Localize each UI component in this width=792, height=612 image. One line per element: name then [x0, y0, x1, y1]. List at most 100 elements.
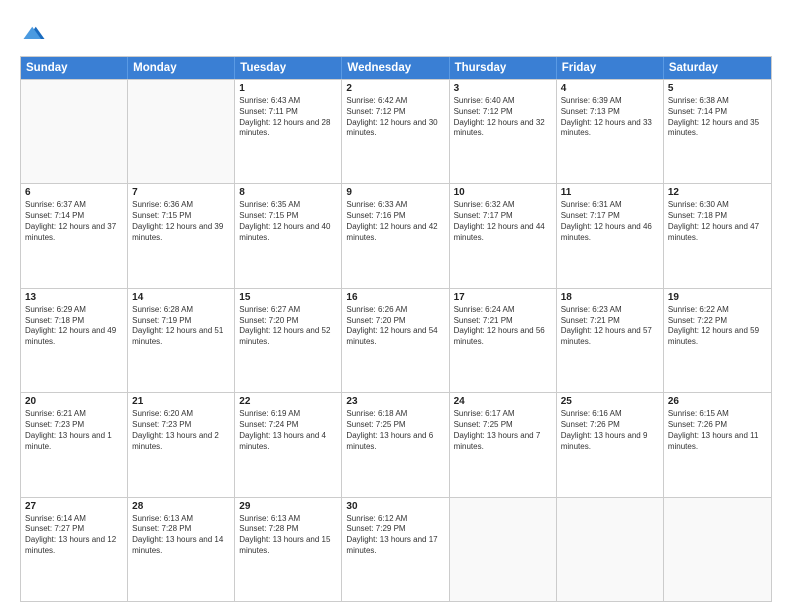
cal-cell-10: 10 Sunrise: 6:32 AM Sunset: 7:17 PM Dayli…: [450, 184, 557, 287]
cal-cell-17: 17 Sunrise: 6:24 AM Sunset: 7:21 PM Dayli…: [450, 289, 557, 392]
day-info: Sunrise: 6:43 AM Sunset: 7:11 PM Dayligh…: [239, 96, 337, 139]
day-info: Sunrise: 6:29 AM Sunset: 7:18 PM Dayligh…: [25, 305, 123, 348]
cal-cell-7: 7 Sunrise: 6:36 AM Sunset: 7:15 PM Daylig…: [128, 184, 235, 287]
day-info: Sunrise: 6:13 AM Sunset: 7:28 PM Dayligh…: [132, 514, 230, 557]
cal-cell-4: 4 Sunrise: 6:39 AM Sunset: 7:13 PM Daylig…: [557, 80, 664, 183]
day-number: 22: [239, 396, 337, 407]
cal-cell-3: 3 Sunrise: 6:40 AM Sunset: 7:12 PM Daylig…: [450, 80, 557, 183]
day-number: 7: [132, 187, 230, 198]
day-header-wednesday: Wednesday: [342, 57, 449, 79]
day-info: Sunrise: 6:26 AM Sunset: 7:20 PM Dayligh…: [346, 305, 444, 348]
day-info: Sunrise: 6:22 AM Sunset: 7:22 PM Dayligh…: [668, 305, 767, 348]
day-info: Sunrise: 6:38 AM Sunset: 7:14 PM Dayligh…: [668, 96, 767, 139]
cal-cell-23: 23 Sunrise: 6:18 AM Sunset: 7:25 PM Dayli…: [342, 393, 449, 496]
day-info: Sunrise: 6:12 AM Sunset: 7:29 PM Dayligh…: [346, 514, 444, 557]
day-number: 27: [25, 501, 123, 512]
day-header-tuesday: Tuesday: [235, 57, 342, 79]
day-info: Sunrise: 6:18 AM Sunset: 7:25 PM Dayligh…: [346, 409, 444, 452]
day-number: 30: [346, 501, 444, 512]
cal-cell-empty: [664, 498, 771, 601]
cal-cell-26: 26Sunrise: 6:15 AM Sunset: 7:26 PM Dayli…: [664, 393, 771, 496]
cal-cell-6: 6 Sunrise: 6:37 AM Sunset: 7:14 PM Daylig…: [21, 184, 128, 287]
day-info: Sunrise: 6:39 AM Sunset: 7:13 PM Dayligh…: [561, 96, 659, 139]
day-header-thursday: Thursday: [450, 57, 557, 79]
cal-week-4: 20 Sunrise: 6:21 AM Sunset: 7:23 PM Dayli…: [21, 392, 771, 496]
day-number: 2: [346, 83, 444, 94]
cal-cell-27: 27 Sunrise: 6:14 AM Sunset: 7:27 PM Dayli…: [21, 498, 128, 601]
day-info: Sunrise: 6:42 AM Sunset: 7:12 PM Dayligh…: [346, 96, 444, 139]
day-info: Sunrise: 6:33 AM Sunset: 7:16 PM Dayligh…: [346, 200, 444, 243]
day-number: 28: [132, 501, 230, 512]
day-info: Sunrise: 6:24 AM Sunset: 7:21 PM Dayligh…: [454, 305, 552, 348]
day-info: Sunrise: 6:20 AM Sunset: 7:23 PM Dayligh…: [132, 409, 230, 452]
day-number: 23: [346, 396, 444, 407]
day-number: 17: [454, 292, 552, 303]
cal-cell-11: 11Sunrise: 6:31 AM Sunset: 7:17 PM Dayli…: [557, 184, 664, 287]
day-number: 16: [346, 292, 444, 303]
cal-cell-24: 24Sunrise: 6:17 AM Sunset: 7:25 PM Dayli…: [450, 393, 557, 496]
day-number: 3: [454, 83, 552, 94]
day-info: Sunrise: 6:37 AM Sunset: 7:14 PM Dayligh…: [25, 200, 123, 243]
cal-week-3: 13 Sunrise: 6:29 AM Sunset: 7:18 PM Dayli…: [21, 288, 771, 392]
day-info: Sunrise: 6:14 AM Sunset: 7:27 PM Dayligh…: [25, 514, 123, 557]
day-info: Sunrise: 6:28 AM Sunset: 7:19 PM Dayligh…: [132, 305, 230, 348]
day-info: Sunrise: 6:16 AM Sunset: 7:26 PM Dayligh…: [561, 409, 659, 452]
day-info: Sunrise: 6:35 AM Sunset: 7:15 PM Dayligh…: [239, 200, 337, 243]
cal-cell-5: 5 Sunrise: 6:38 AM Sunset: 7:14 PM Daylig…: [664, 80, 771, 183]
cal-cell-29: 29 Sunrise: 6:13 AM Sunset: 7:28 PM Dayli…: [235, 498, 342, 601]
cal-cell-9: 9Sunrise: 6:33 AM Sunset: 7:16 PM Daylig…: [342, 184, 449, 287]
calendar-header-row: SundayMondayTuesdayWednesdayThursdayFrid…: [21, 57, 771, 79]
cal-cell-empty: [557, 498, 664, 601]
day-info: Sunrise: 6:19 AM Sunset: 7:24 PM Dayligh…: [239, 409, 337, 452]
day-number: 20: [25, 396, 123, 407]
cal-cell-22: 22 Sunrise: 6:19 AM Sunset: 7:24 PM Dayli…: [235, 393, 342, 496]
cal-cell-8: 8Sunrise: 6:35 AM Sunset: 7:15 PM Daylig…: [235, 184, 342, 287]
cal-week-5: 27 Sunrise: 6:14 AM Sunset: 7:27 PM Dayli…: [21, 497, 771, 601]
cal-cell-1: 1 Sunrise: 6:43 AM Sunset: 7:11 PM Daylig…: [235, 80, 342, 183]
cal-cell-12: 12Sunrise: 6:30 AM Sunset: 7:18 PM Dayli…: [664, 184, 771, 287]
day-info: Sunrise: 6:32 AM Sunset: 7:17 PM Dayligh…: [454, 200, 552, 243]
day-number: 25: [561, 396, 659, 407]
day-number: 13: [25, 292, 123, 303]
cal-cell-18: 18 Sunrise: 6:23 AM Sunset: 7:21 PM Dayli…: [557, 289, 664, 392]
cal-week-2: 6 Sunrise: 6:37 AM Sunset: 7:14 PM Daylig…: [21, 183, 771, 287]
day-number: 11: [561, 187, 659, 198]
day-number: 21: [132, 396, 230, 407]
day-info: Sunrise: 6:21 AM Sunset: 7:23 PM Dayligh…: [25, 409, 123, 452]
cal-cell-16: 16 Sunrise: 6:26 AM Sunset: 7:20 PM Dayli…: [342, 289, 449, 392]
calendar: SundayMondayTuesdayWednesdayThursdayFrid…: [20, 56, 772, 602]
cal-cell-28: 28 Sunrise: 6:13 AM Sunset: 7:28 PM Dayli…: [128, 498, 235, 601]
cal-cell-13: 13 Sunrise: 6:29 AM Sunset: 7:18 PM Dayli…: [21, 289, 128, 392]
cal-cell-25: 25 Sunrise: 6:16 AM Sunset: 7:26 PM Dayli…: [557, 393, 664, 496]
logo: [20, 18, 52, 46]
cal-cell-21: 21 Sunrise: 6:20 AM Sunset: 7:23 PM Dayli…: [128, 393, 235, 496]
day-number: 26: [668, 396, 767, 407]
day-number: 19: [668, 292, 767, 303]
day-number: 18: [561, 292, 659, 303]
cal-cell-2: 2 Sunrise: 6:42 AM Sunset: 7:12 PM Daylig…: [342, 80, 449, 183]
day-header-saturday: Saturday: [664, 57, 771, 79]
day-header-monday: Monday: [128, 57, 235, 79]
day-number: 5: [668, 83, 767, 94]
day-number: 12: [668, 187, 767, 198]
day-number: 1: [239, 83, 337, 94]
page-header: [20, 18, 772, 46]
day-number: 24: [454, 396, 552, 407]
cal-cell-empty: [450, 498, 557, 601]
cal-cell-14: 14Sunrise: 6:28 AM Sunset: 7:19 PM Dayli…: [128, 289, 235, 392]
day-number: 29: [239, 501, 337, 512]
logo-icon: [20, 18, 48, 46]
cal-cell-20: 20 Sunrise: 6:21 AM Sunset: 7:23 PM Dayli…: [21, 393, 128, 496]
day-number: 4: [561, 83, 659, 94]
day-info: Sunrise: 6:23 AM Sunset: 7:21 PM Dayligh…: [561, 305, 659, 348]
cal-week-1: 1 Sunrise: 6:43 AM Sunset: 7:11 PM Daylig…: [21, 79, 771, 183]
day-info: Sunrise: 6:27 AM Sunset: 7:20 PM Dayligh…: [239, 305, 337, 348]
day-number: 6: [25, 187, 123, 198]
day-number: 15: [239, 292, 337, 303]
calendar-body: 1 Sunrise: 6:43 AM Sunset: 7:11 PM Daylig…: [21, 79, 771, 601]
day-info: Sunrise: 6:13 AM Sunset: 7:28 PM Dayligh…: [239, 514, 337, 557]
cal-cell-empty: [128, 80, 235, 183]
day-info: Sunrise: 6:40 AM Sunset: 7:12 PM Dayligh…: [454, 96, 552, 139]
day-info: Sunrise: 6:36 AM Sunset: 7:15 PM Dayligh…: [132, 200, 230, 243]
day-number: 10: [454, 187, 552, 198]
